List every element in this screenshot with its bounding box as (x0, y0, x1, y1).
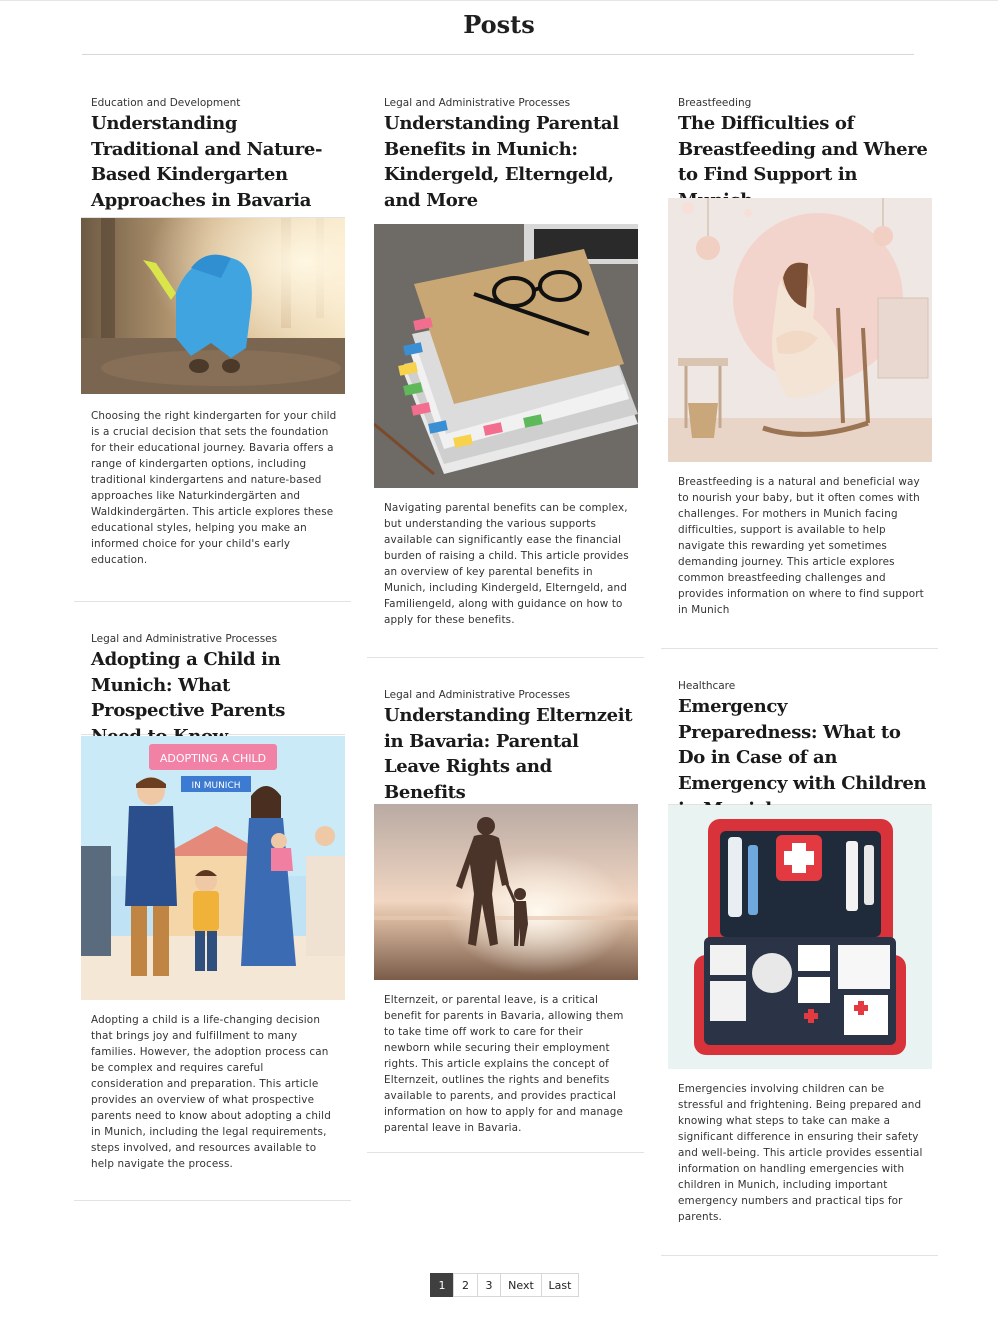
post-card: Legal and Administrative Processes Under… (367, 84, 644, 658)
post-title[interactable]: Understanding Parental Benefits in Munic… (384, 111, 634, 225)
post-excerpt: Elternzeit, or parental leave, is a crit… (384, 994, 624, 1134)
post-excerpt: Adopting a child is a life-changing deci… (91, 1014, 331, 1170)
page-3-button[interactable]: 3 (477, 1273, 501, 1297)
post-title[interactable]: Understanding Traditional and Nature-Bas… (91, 111, 341, 217)
post-category[interactable]: Healthcare (678, 679, 928, 693)
post-category[interactable]: Breastfeeding (678, 96, 928, 110)
breastfeeding-illustration (668, 198, 932, 462)
top-border (0, 0, 998, 1)
post-image[interactable] (668, 805, 932, 1069)
post-excerpt: Navigating parental benefits can be comp… (384, 502, 629, 626)
post-title[interactable]: Adopting a Child in Munich: What Prospec… (91, 647, 341, 747)
card-divider (661, 648, 938, 649)
sign-munich: IN MUNICH (191, 781, 240, 791)
post-category[interactable]: Legal and Administrative Processes (384, 96, 634, 110)
post-excerpt: Breastfeeding is a natural and beneficia… (678, 476, 924, 616)
adoption-illustration: ADOPTING A CHILD IN MUNICH (81, 736, 345, 1000)
post-excerpt: Choosing the right kindergarten for your… (91, 410, 337, 566)
title-divider (82, 54, 914, 55)
post-image[interactable] (374, 224, 638, 488)
post-card: Education and Development Understanding … (74, 84, 351, 602)
post-card: Legal and Administrative Processes Under… (367, 676, 644, 1153)
card-divider (74, 1200, 351, 1201)
post-image[interactable] (668, 198, 932, 462)
post-title[interactable]: Emergency Preparedness: What to Do in Ca… (678, 694, 928, 820)
card-divider (367, 1152, 644, 1153)
post-category[interactable]: Education and Development (91, 96, 341, 110)
last-page-button[interactable]: Last (541, 1273, 579, 1297)
post-image[interactable] (374, 804, 638, 980)
next-page-button[interactable]: Next (500, 1273, 542, 1297)
post-title[interactable]: The Difficulties of Breastfeeding and Wh… (678, 111, 928, 211)
post-category[interactable]: Legal and Administrative Processes (384, 688, 634, 702)
post-card: Healthcare Emergency Preparedness: What … (661, 667, 938, 1256)
sign-adopting: ADOPTING A CHILD (160, 752, 266, 765)
folders-photo (374, 224, 638, 488)
page-1-button[interactable]: 1 (430, 1273, 454, 1297)
page-title: Posts (463, 10, 535, 39)
post-card: Breastfeeding The Difficulties of Breast… (661, 84, 938, 649)
post-category[interactable]: Legal and Administrative Processes (91, 632, 341, 646)
post-image[interactable]: ADOPTING A CHILD IN MUNICH (81, 736, 345, 1000)
card-divider (661, 1255, 938, 1256)
forest-child-photo (81, 218, 345, 394)
post-image[interactable] (81, 218, 345, 394)
beach-sunset-photo (374, 804, 638, 980)
post-title[interactable]: Understanding Elternzeit in Bavaria: Par… (384, 703, 634, 803)
pagination: 1 2 3 Next Last (430, 1273, 579, 1297)
first-aid-kit-illustration (668, 805, 932, 1069)
page-2-button[interactable]: 2 (453, 1273, 478, 1297)
post-excerpt: Emergencies involving children can be st… (678, 1083, 923, 1223)
card-divider (74, 601, 351, 602)
card-divider (367, 657, 644, 658)
post-card: Legal and Administrative Processes Adopt… (74, 620, 351, 1201)
